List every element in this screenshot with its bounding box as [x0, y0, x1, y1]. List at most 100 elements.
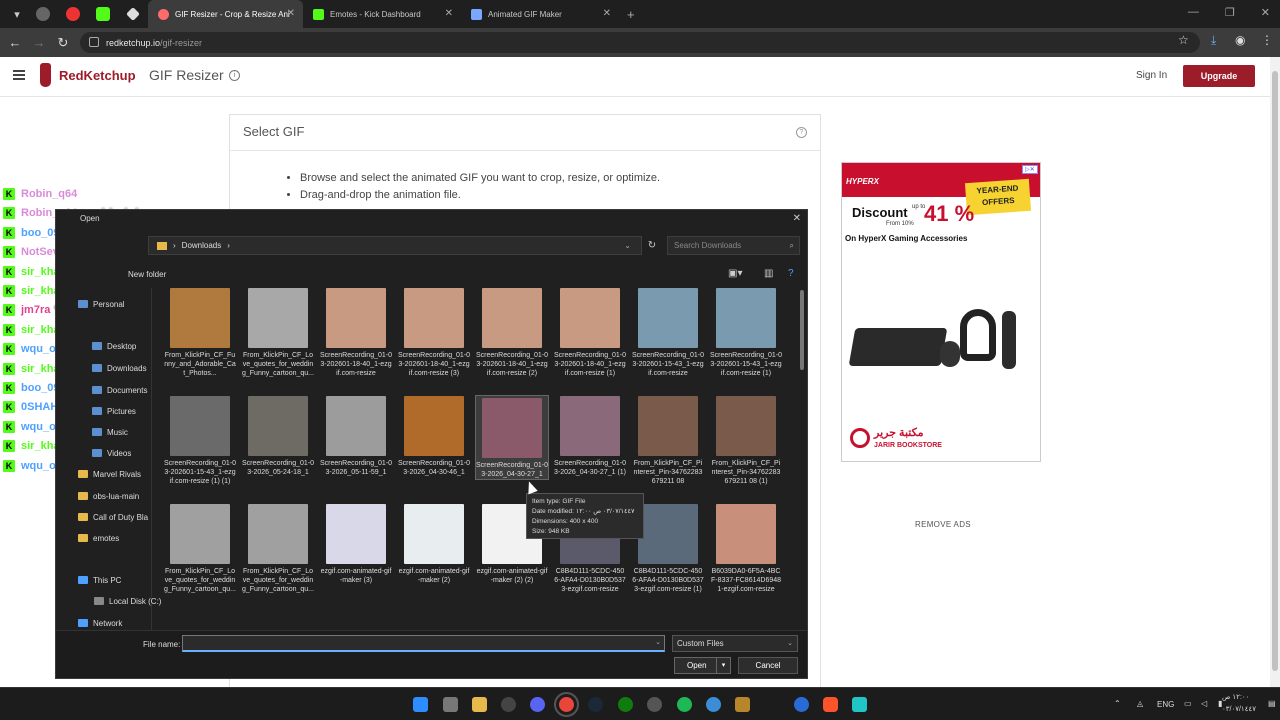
chat-username[interactable]: jm7ra — [21, 304, 50, 316]
app-icon[interactable] — [852, 697, 867, 712]
chrome-icon[interactable] — [554, 692, 579, 717]
tab-animated-gif-maker[interactable]: Animated GIF Maker ✕ — [461, 0, 619, 28]
sign-in-link[interactable]: Sign In — [1136, 70, 1167, 81]
path-segment[interactable]: Downloads — [182, 241, 222, 250]
new-folder-button[interactable]: New folder — [128, 270, 166, 279]
sidebar-item-desktop[interactable]: Desktop — [92, 338, 136, 354]
file-type-select[interactable]: Custom Files ⌄ — [672, 635, 798, 652]
sidebar-item-documents[interactable]: Documents — [92, 382, 147, 398]
file-item[interactable]: From_KlickPin_CF_Love_quotes_for_wedding… — [164, 504, 236, 594]
file-item[interactable]: ScreenRecording_01-03-202601-18-40_1-ezg… — [320, 288, 392, 378]
file-item[interactable]: ScreenRecording_01-03-202601-15-43_1-ezg… — [164, 396, 236, 486]
refresh-icon[interactable]: ↻ — [642, 236, 662, 255]
pinned-tab-kick[interactable] — [88, 0, 118, 28]
profile-icon[interactable]: ◉ — [1235, 33, 1245, 47]
start-icon[interactable] — [413, 697, 428, 712]
file-item[interactable]: ScreenRecording_01-03-2026_04-30-27_1 (1… — [554, 396, 626, 477]
file-item[interactable]: B6039DA0-6F5A-4BCF-8337-FC8614D69481-ezg… — [710, 504, 782, 594]
preview-pane-icon[interactable]: ▥ — [764, 268, 773, 279]
hyperx-ad[interactable]: HYPERX ▷✕ YEAR-END OFFERS Discount up to… — [841, 162, 1041, 462]
chat-username[interactable]: Robin_q64 — [21, 188, 77, 200]
xbox-icon[interactable] — [618, 697, 633, 712]
upgrade-button[interactable]: Upgrade — [1183, 65, 1255, 87]
store-icon[interactable] — [443, 697, 458, 712]
sidebar-item-this-pc[interactable]: This PC — [78, 572, 121, 588]
open-dropdown-icon[interactable]: ▾ — [716, 658, 730, 673]
download-icon[interactable]: ⤓ — [1211, 33, 1216, 48]
file-item[interactable]: ezgif.com-animated-gif-maker (3) — [320, 504, 392, 585]
sidebar-item-emotes[interactable]: emotes — [78, 530, 119, 546]
close-tab-icon[interactable]: ✕ — [287, 8, 295, 19]
file-item[interactable]: ScreenRecording_01-03-202601-18-40_1-ezg… — [476, 288, 548, 378]
sidebar-item-network[interactable]: Network — [78, 615, 122, 631]
reload-icon[interactable]: ↻ — [51, 35, 75, 51]
grid-scrollbar[interactable] — [800, 290, 804, 370]
brave-icon[interactable] — [823, 697, 838, 712]
tab-search-icon[interactable]: ▾ — [6, 3, 28, 25]
steam-icon[interactable] — [588, 697, 603, 712]
sidebar-item-local-disk-c[interactable]: Local Disk (C:) — [94, 593, 161, 609]
explorer-icon[interactable] — [472, 697, 487, 712]
menu-dots-icon[interactable]: ⋮ — [1261, 33, 1273, 47]
info-icon[interactable]: i — [229, 70, 240, 81]
close-window-icon[interactable]: ✕ — [1261, 6, 1270, 19]
file-item[interactable]: ScreenRecording_01-03-202601-15-43_1-ezg… — [632, 288, 704, 378]
back-icon[interactable]: ← — [3, 35, 27, 50]
file-item[interactable]: From_KlickPin_CF_Pinterest_Pin-347622836… — [710, 396, 782, 486]
language-indicator[interactable]: ENG — [1157, 700, 1174, 709]
tray-chevron-icon[interactable]: ⌃ — [1114, 699, 1121, 708]
chevron-down-icon[interactable]: ⌄ — [624, 241, 631, 250]
file-item[interactable]: From_KlickPin_CF_Love_quotes_for_wedding… — [242, 504, 314, 594]
wifi-icon[interactable]: ◬ — [1137, 699, 1143, 708]
sidebar-item-marvel-rivals[interactable]: Marvel Rivals — [78, 466, 141, 482]
tab-emotes[interactable]: Emotes - Kick Dashboard ✕ — [303, 0, 461, 28]
tab-gif-resizer[interactable]: GIF Resizer - Crop & Resize Ani ✕ — [148, 0, 303, 28]
sidebar-item-pictures[interactable]: Pictures — [92, 403, 136, 419]
brand-name[interactable]: RedKetchup — [59, 68, 136, 83]
speaker-icon[interactable]: ◁ — [1201, 699, 1207, 708]
pinned-tab-1[interactable] — [28, 0, 58, 28]
settings-icon[interactable] — [647, 697, 662, 712]
obs-icon[interactable] — [501, 697, 516, 712]
bookmark-star-icon[interactable]: ☆ — [1178, 33, 1189, 47]
file-item[interactable]: From_KlickPin_CF_Funny_and_Adorable_Cat_… — [164, 288, 236, 378]
page-scrollbar[interactable] — [1270, 57, 1280, 687]
notifications-icon[interactable]: ▤ — [1268, 699, 1276, 708]
menu-icon[interactable] — [13, 70, 25, 80]
ad-choices-icon[interactable]: ▷✕ — [1022, 165, 1038, 174]
open-button[interactable]: Open ▾ — [674, 657, 731, 674]
sidebar-item-personal[interactable]: Personal — [78, 296, 125, 312]
file-item[interactable]: ScreenRecording_01-03-202601-15-43_1-ezg… — [710, 288, 782, 378]
minimize-icon[interactable]: — — [1188, 6, 1199, 19]
clock-time[interactable]: ١٢:٠٠ ص — [1222, 693, 1249, 701]
sidebar-item-call-of-duty-bla[interactable]: Call of Duty Bla — [78, 509, 148, 525]
app-icon[interactable] — [735, 697, 750, 712]
volume-icon[interactable]: ▭ — [1184, 699, 1192, 708]
file-item[interactable]: From_KlickPin_CF_Pinterest_Pin-347622836… — [632, 396, 704, 486]
file-name-input[interactable]: ⌄ — [182, 635, 665, 652]
close-tab-icon[interactable]: ✕ — [445, 8, 453, 19]
clock-date[interactable]: ٠٣/٠٧/١٤٤٧ — [1222, 705, 1256, 713]
help-icon[interactable]: ? — [788, 268, 794, 279]
site-info-icon[interactable] — [89, 37, 99, 47]
close-tab-icon[interactable]: ✕ — [603, 8, 611, 19]
forward-icon[interactable]: → — [27, 35, 51, 50]
remove-ads-link[interactable]: REMOVE ADS — [915, 520, 971, 529]
sidebar-item-downloads[interactable]: Downloads — [92, 360, 147, 376]
app-icon[interactable] — [794, 697, 809, 712]
file-item[interactable]: From_KlickPin_CF_Love_quotes_for_wedding… — [242, 288, 314, 378]
close-icon[interactable]: ✕ — [793, 213, 801, 224]
scrollbar-thumb[interactable] — [1272, 71, 1278, 671]
search-input[interactable]: Search Downloads ⌕ — [667, 236, 800, 255]
path-bar[interactable]: › Downloads › ⌄ — [148, 236, 642, 255]
edge-icon[interactable] — [706, 697, 721, 712]
cancel-button[interactable]: Cancel — [738, 657, 798, 674]
file-item[interactable]: ScreenRecording_01-03-2026_05-24-18_1 — [242, 396, 314, 477]
sidebar-item-videos[interactable]: Videos — [92, 445, 131, 461]
ketchup-logo-icon[interactable] — [40, 63, 51, 87]
sidebar-item-music[interactable]: Music — [92, 424, 128, 440]
file-item[interactable]: ScreenRecording_01-03-2026_05-11-59_1 — [320, 396, 392, 477]
help-icon[interactable]: ? — [796, 127, 807, 138]
file-item[interactable]: ScreenRecording_01-03-2026_04-30-46_1 — [398, 396, 470, 477]
view-options-icon[interactable]: ▣▾ — [728, 268, 742, 279]
